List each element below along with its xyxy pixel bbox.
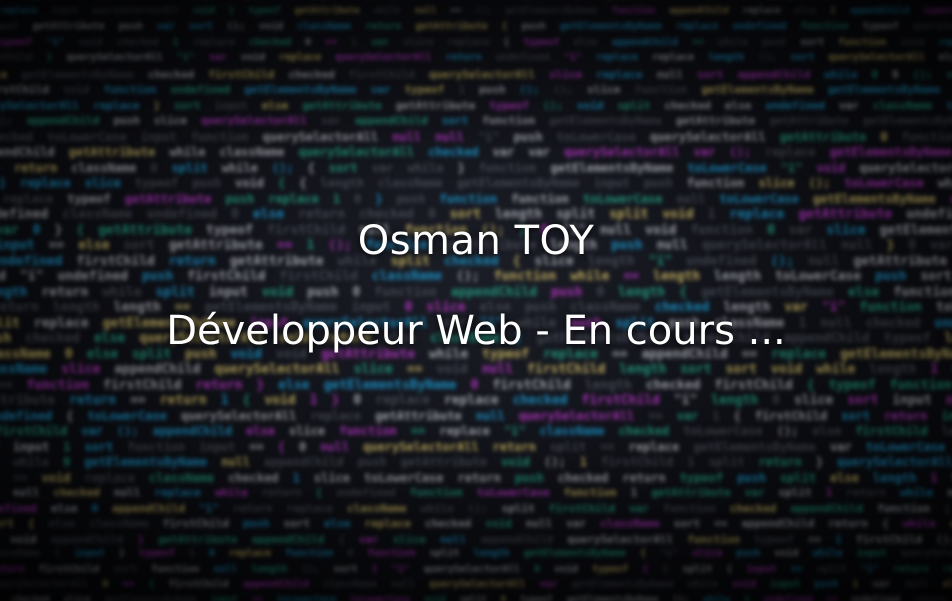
hero-overlay: Osman TOY Développeur Web - En cours ... — [0, 0, 952, 601]
hero-role: Développeur Web - En cours ... — [166, 308, 786, 354]
hero-section: lengthtypeofvarfirstChildclassNameinputv… — [0, 0, 952, 601]
hero-name: Osman TOY — [357, 218, 595, 264]
